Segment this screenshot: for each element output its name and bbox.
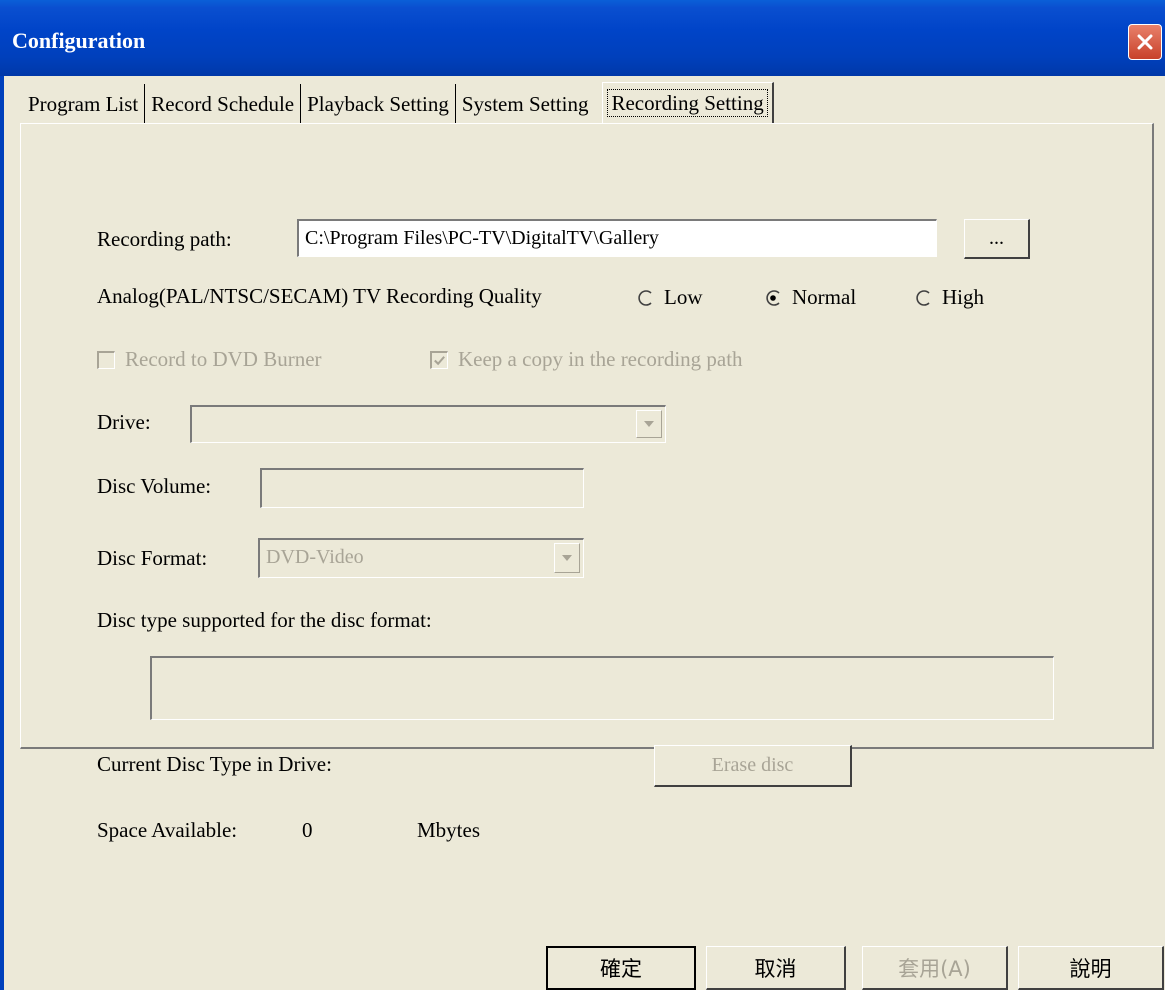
window-title: Configuration — [12, 28, 146, 53]
recording-path-label: Recording path: — [97, 227, 232, 251]
recording-path-input[interactable]: C:\Program Files\PC-TV\DigitalTV\Gallery — [297, 219, 937, 257]
record-to-dvd-label: Record to DVD Burner — [125, 347, 322, 371]
quality-normal-label: Normal — [792, 285, 857, 309]
disc-type-supported-field — [150, 656, 1054, 720]
radio-high-icon — [916, 289, 930, 306]
tab-recording-setting[interactable]: Recording Setting — [602, 82, 774, 124]
tab-recording-setting-label: Recording Setting — [607, 89, 768, 117]
record-to-dvd-checkbox[interactable]: Record to DVD Burner — [97, 347, 322, 372]
erase-disc-button[interactable]: Erase disc — [654, 745, 852, 787]
tab-system-setting[interactable]: System Setting — [456, 84, 595, 124]
browse-button[interactable]: ... — [964, 219, 1030, 259]
checkbox-unchecked-icon — [97, 350, 115, 369]
tab-program-list[interactable]: Program List — [22, 84, 146, 124]
disc-volume-label: Disc Volume: — [97, 474, 212, 498]
disc-format-value: DVD-Video — [266, 546, 364, 568]
radio-low-icon — [638, 289, 652, 306]
disc-volume-input[interactable] — [260, 468, 584, 508]
keep-copy-label: Keep a copy in the recording path — [458, 347, 743, 371]
drive-label: Drive: — [97, 410, 151, 434]
close-icon — [1137, 34, 1153, 50]
tab-bar: Program List Record Schedule Playback Se… — [22, 80, 774, 124]
checkbox-checked-icon — [430, 350, 448, 369]
space-available-value: 0 — [302, 818, 313, 842]
chevron-down-icon — [562, 555, 572, 561]
apply-button[interactable]: 套用(A) — [862, 946, 1008, 990]
keep-copy-checkbox[interactable]: Keep a copy in the recording path — [430, 347, 743, 372]
space-available-unit: Mbytes — [417, 818, 480, 842]
radio-normal-icon — [766, 289, 780, 306]
space-available-label: Space Available: — [97, 818, 238, 842]
help-button[interactable]: 說明 — [1018, 946, 1164, 990]
disc-type-supported-label: Disc type supported for the disc format: — [97, 608, 432, 632]
window-frame — [0, 76, 4, 990]
chevron-down-icon — [644, 421, 654, 427]
quality-high-radio[interactable]: High — [914, 285, 984, 310]
quality-low-radio[interactable]: Low — [636, 285, 703, 310]
disc-format-select[interactable]: DVD-Video — [258, 538, 584, 578]
close-button[interactable] — [1128, 24, 1162, 60]
quality-label: Analog(PAL/NTSC/SECAM) TV Recording Qual… — [97, 284, 542, 308]
quality-high-label: High — [942, 285, 984, 309]
tab-record-schedule[interactable]: Record Schedule — [145, 84, 302, 124]
quality-normal-radio[interactable]: Normal — [764, 285, 856, 310]
ok-button[interactable]: 確定 — [546, 946, 696, 990]
drive-select[interactable] — [190, 405, 666, 443]
tab-playback-setting[interactable]: Playback Setting — [301, 84, 456, 124]
disc-format-label: Disc Format: — [97, 546, 208, 570]
cancel-button[interactable]: 取消 — [706, 946, 846, 990]
title-bar: Configuration — [0, 0, 1165, 76]
quality-low-label: Low — [664, 285, 703, 309]
drive-dropdown-button[interactable] — [636, 410, 662, 438]
disc-format-dropdown-button[interactable] — [554, 543, 580, 573]
current-disc-type-label: Current Disc Type in Drive: — [97, 752, 332, 776]
